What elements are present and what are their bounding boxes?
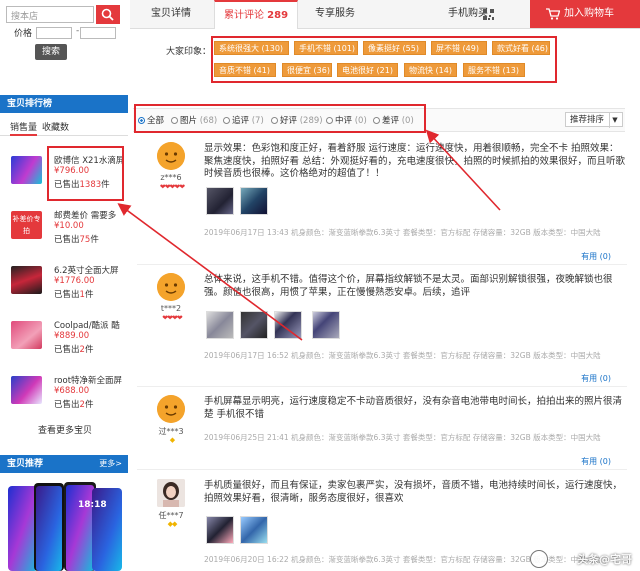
watermark-logo-icon bbox=[530, 550, 548, 568]
watermark: 头条@宅哥 bbox=[577, 553, 632, 566]
annotation-arrows bbox=[117, 129, 501, 341]
